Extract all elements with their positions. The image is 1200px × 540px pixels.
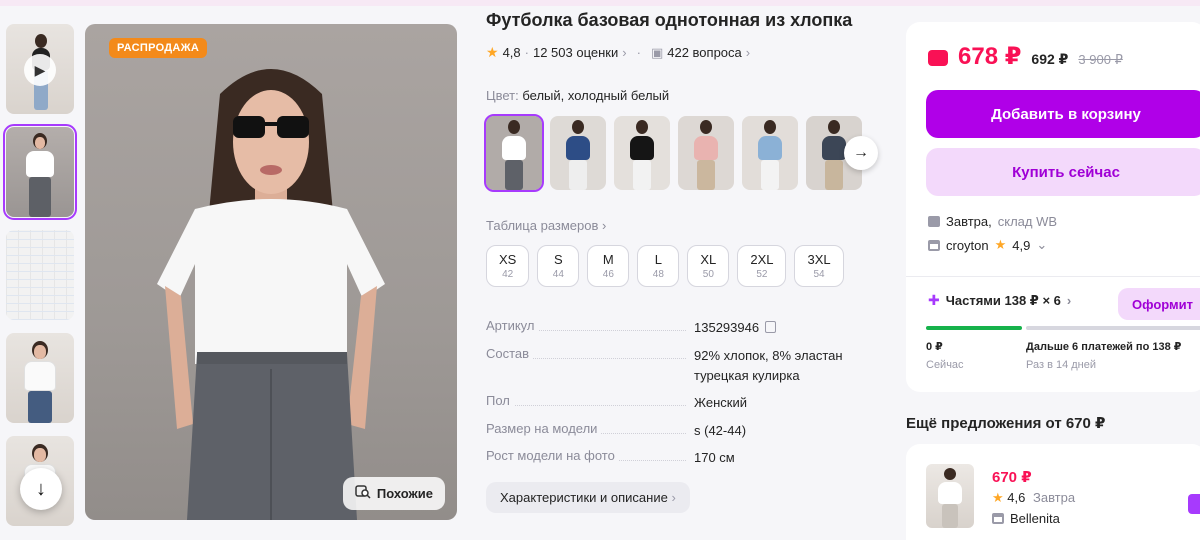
model-figure (26, 133, 54, 217)
size-option[interactable]: 2XL 52 (737, 245, 787, 287)
add-to-cart-button[interactable]: Добавить в корзину (926, 90, 1200, 138)
buy-now-button[interactable]: Купить сейчас (926, 148, 1200, 196)
swatch-black[interactable] (614, 116, 670, 190)
delivery-place: склад WB (997, 214, 1058, 229)
size-option[interactable]: XS 42 (486, 245, 530, 287)
color-line: Цвет: белый, холодный белый (486, 88, 669, 103)
model-illustration (157, 69, 385, 520)
arrow-right-icon[interactable]: → (844, 136, 878, 170)
reviews-link[interactable]: 12 503 оценки (533, 45, 618, 60)
star-icon: ★ (486, 44, 499, 60)
similar-label: Похожие (376, 486, 433, 501)
offer-price: 670 ₽ (992, 469, 1032, 486)
offer-rating-row: ★ 4,6 Завтра (992, 490, 1076, 505)
payment-progress-next (1026, 326, 1200, 330)
size-option[interactable]: XL 50 (687, 245, 730, 287)
similar-button[interactable]: Похожие (342, 477, 445, 510)
chevron-down-icon: ⌄ (1036, 237, 1048, 252)
thumbnail-front[interactable] (6, 333, 74, 423)
buy-card: 678 ₽ 692 ₽ 3 900 ₽ Добавить в корзину К… (906, 22, 1200, 392)
offer-card[interactable]: 670 ₽ ★ 4,6 Завтра Bellenita (906, 444, 1200, 540)
price-old: 3 900 ₽ (1078, 52, 1123, 67)
swatch-navy[interactable] (550, 116, 606, 190)
color-value: белый, холодный белый (522, 88, 670, 103)
size-option[interactable]: 3XL 54 (794, 245, 844, 287)
installment-button[interactable]: Оформит (1118, 288, 1200, 320)
play-icon[interactable]: ▶ (24, 54, 56, 86)
rating-row: ★ 4,8 · 12 503 оценки › · ▣ 422 вопроса … (486, 44, 751, 60)
swatch-pink[interactable] (678, 116, 734, 190)
size-table-link[interactable]: Таблица размеров › (486, 218, 606, 233)
color-swatches (484, 114, 862, 192)
thumbnail-image (6, 230, 74, 320)
seller-name: croyton (946, 237, 989, 253)
size-options: XS 42 S 44 M 46 L 48 XL 50 2XL 52 3XL 54 (486, 245, 844, 287)
chevron-right-icon: › (622, 45, 627, 60)
size-table-label: Таблица размеров (486, 218, 599, 233)
sale-badge: РАСПРОДАЖА (109, 38, 208, 58)
chevron-right-icon: › (1066, 293, 1072, 308)
price-main: 678 ₽ (958, 43, 1022, 70)
size-option[interactable]: S 44 (537, 245, 580, 287)
similar-search-icon (355, 485, 371, 502)
main-product-photo[interactable]: РАСПРОДАЖА Похожие (85, 24, 457, 520)
article-number: 135293946 (694, 320, 760, 335)
more-offers-title: Ещё предложения от 670 ₽ (906, 415, 1106, 432)
thumbnail-video[interactable]: ▶ (6, 24, 74, 114)
question-icon: ▣ (650, 44, 664, 60)
size-option[interactable]: L 48 (637, 245, 680, 287)
shop-icon (928, 239, 940, 251)
thumbnail-size-chart[interactable] (6, 230, 74, 320)
star-icon: ★ (992, 490, 1004, 505)
chevron-right-icon: › (671, 490, 676, 505)
installment-row[interactable]: ✚ Частями 138 ₽ × 6 › (928, 292, 1071, 309)
top-strip (0, 0, 1200, 6)
thumbnail-strip: ▶ (3, 24, 78, 539)
shop-icon (992, 513, 1004, 524)
swatch-blue[interactable] (742, 116, 798, 190)
installment-label: Частями 138 ₽ × 6 (945, 292, 1061, 308)
model-figure (24, 341, 56, 423)
divider (906, 276, 1200, 277)
pay-next: Дальше 6 платежей по 138 ₽ Раз в 14 дней (1026, 341, 1182, 371)
cart-icon[interactable] (1188, 494, 1200, 514)
chevron-right-icon: › (745, 45, 751, 60)
offer-seller: Bellenita (992, 511, 1060, 526)
offer-image (926, 464, 974, 528)
size-option[interactable]: M 46 (587, 245, 630, 287)
delivery-day: Завтра, (946, 214, 992, 229)
chevron-right-icon: › (602, 218, 607, 233)
scroll-down-icon[interactable]: ↓ (20, 468, 62, 510)
delivery-info: Завтра, склад WB (928, 214, 1057, 229)
swatch-white[interactable] (484, 114, 544, 192)
installment-icon: ✚ (928, 292, 940, 308)
payment-progress-now (926, 326, 1022, 330)
color-label: Цвет: (486, 88, 519, 103)
wallet-icon (928, 50, 948, 66)
copy-icon[interactable] (765, 321, 777, 333)
pay-now: 0 ₽ Сейчас (926, 341, 964, 371)
rating-value: 4,8 (502, 45, 521, 60)
price-alt: 692 ₽ (1031, 51, 1069, 67)
questions-link[interactable]: 422 вопроса (667, 45, 742, 60)
product-title: Футболка базовая однотонная из хлопка (486, 10, 853, 30)
price-row: 678 ₽ 692 ₽ 3 900 ₽ (928, 42, 1123, 71)
box-icon (928, 216, 940, 227)
thumbnail-active[interactable] (3, 124, 77, 220)
seller-info[interactable]: croyton ★ 4,9 ⌄ (928, 237, 1047, 253)
description-button[interactable]: Характеристики и описание › (486, 482, 690, 513)
star-icon: ★ (994, 237, 1007, 252)
seller-rating: 4,9 (1012, 237, 1031, 253)
